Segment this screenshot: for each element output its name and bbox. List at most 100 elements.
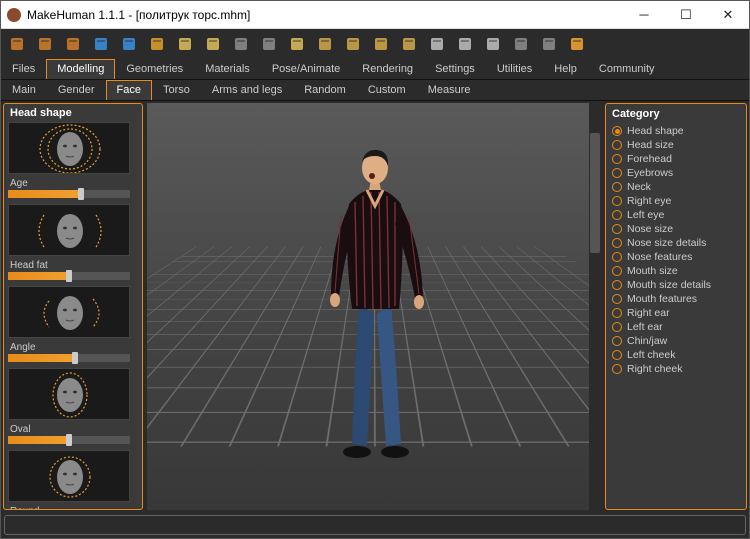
shape-thumb-angle[interactable] [8,286,130,338]
radio-icon [612,364,622,374]
tab-files[interactable]: Files [1,59,46,79]
subtab-arms-and-legs[interactable]: Arms and legs [201,80,293,100]
category-mouth-size-details[interactable]: Mouth size details [610,278,742,292]
category-left-cheek[interactable]: Left cheek [610,348,742,362]
skeleton-icon[interactable] [173,32,197,56]
shape-thumb-round[interactable] [8,450,130,502]
help-icon[interactable] [565,32,589,56]
category-label: Left ear [627,321,663,333]
category-label: Nose features [627,251,692,263]
cam-side-icon[interactable] [341,32,365,56]
category-left-eye[interactable]: Left eye [610,208,742,222]
workspace: Head shape AgeHead fatAngleOvalRoundRect… [1,101,749,512]
app-icon [7,8,21,22]
category-left-ear[interactable]: Left ear [610,320,742,334]
category-mouth-size[interactable]: Mouth size [610,264,742,278]
cam-front-icon[interactable] [313,32,337,56]
shape-thumb-oval[interactable] [8,368,130,420]
redo-icon[interactable] [117,32,141,56]
left-panel-title: Head shape [4,104,142,122]
category-right-eye[interactable]: Right eye [610,194,742,208]
category-right-cheek[interactable]: Right cheek [610,362,742,376]
axes-icon[interactable] [509,32,533,56]
tab-geometries[interactable]: Geometries [115,59,194,79]
shape-label: Oval [8,422,138,436]
category-label: Left cheek [627,349,675,361]
radio-icon [612,336,622,346]
tab-utilities[interactable]: Utilities [486,59,543,79]
radio-icon [612,322,622,332]
checker-icon[interactable] [257,32,281,56]
category-label: Head shape [627,125,684,137]
category-eyebrows[interactable]: Eyebrows [610,166,742,180]
radio-icon [612,280,622,290]
category-nose-size[interactable]: Nose size [610,222,742,236]
tab-community[interactable]: Community [588,59,666,79]
close-button[interactable]: ✕ [707,1,749,28]
category-label: Right ear [627,307,670,319]
minimize-button[interactable]: ─ [623,1,665,28]
undo-icon[interactable] [89,32,113,56]
category-label: Mouth size details [627,279,711,291]
shape-slider-angle[interactable] [8,354,130,362]
category-right-ear[interactable]: Right ear [610,306,742,320]
category-mouth-features[interactable]: Mouth features [610,292,742,306]
shape-slider-head-fat[interactable] [8,272,130,280]
subtab-custom[interactable]: Custom [357,80,417,100]
tab-pose-animate[interactable]: Pose/Animate [261,59,351,79]
category-nose-size-details[interactable]: Nose size details [610,236,742,250]
shape-slider-oval[interactable] [8,436,130,444]
category-chin-jaw[interactable]: Chin/jaw [610,334,742,348]
subtab-face[interactable]: Face [106,80,152,100]
bg-icon[interactable] [453,32,477,56]
pose-icon[interactable] [201,32,225,56]
shape-thumb-head-fat[interactable] [8,204,130,256]
category-head-shape[interactable]: Head shape [610,124,742,138]
category-label: Chin/jaw [627,335,667,347]
category-list: Head shapeHead sizeForeheadEyebrowsNeckR… [610,124,742,376]
subtab-main[interactable]: Main [1,80,47,100]
tab-rendering[interactable]: Rendering [351,59,424,79]
fg-icon[interactable] [481,32,505,56]
category-neck[interactable]: Neck [610,180,742,194]
category-label: Mouth features [627,293,697,305]
category-nose-features[interactable]: Nose features [610,250,742,264]
shape-label: Round [8,504,138,509]
radio-icon [612,238,622,248]
shape-list[interactable]: AgeHead fatAngleOvalRoundRectangular [4,122,142,509]
tab-help[interactable]: Help [543,59,588,79]
radio-icon [612,308,622,318]
radio-icon [612,294,622,304]
smooth-icon[interactable] [285,32,309,56]
right-panel: Category Head shapeHead sizeForeheadEyeb… [605,103,747,510]
subtab-random[interactable]: Random [293,80,357,100]
category-label: Left eye [627,209,664,221]
shape-slider-age[interactable] [8,190,130,198]
viewport-scrollbar[interactable] [589,103,601,510]
grid-icon[interactable] [229,32,253,56]
radio-icon [612,140,622,150]
subtab-measure[interactable]: Measure [417,80,482,100]
subtab-gender[interactable]: Gender [47,80,106,100]
cam-reset-icon[interactable] [397,32,421,56]
file-save-icon[interactable] [33,32,57,56]
refresh-icon[interactable] [145,32,169,56]
category-label: Neck [627,181,651,193]
category-forehead[interactable]: Forehead [610,152,742,166]
shape-thumb-age[interactable] [8,122,130,174]
subtab-torso[interactable]: Torso [152,80,201,100]
app-window: MakeHuman 1.1.1 - [политрук торс.mhm] ─ … [0,0,750,539]
file-export-icon[interactable] [61,32,85,56]
radio-icon [612,266,622,276]
file-open-icon[interactable] [5,32,29,56]
category-head-size[interactable]: Head size [610,138,742,152]
radio-icon [612,210,622,220]
camera-icon[interactable] [537,32,561,56]
cam-top-icon[interactable] [369,32,393,56]
tab-materials[interactable]: Materials [194,59,261,79]
viewport-3d[interactable] [147,103,601,510]
sun-icon[interactable] [425,32,449,56]
tab-modelling[interactable]: Modelling [46,59,115,79]
tab-settings[interactable]: Settings [424,59,486,79]
maximize-button[interactable]: ☐ [665,1,707,28]
